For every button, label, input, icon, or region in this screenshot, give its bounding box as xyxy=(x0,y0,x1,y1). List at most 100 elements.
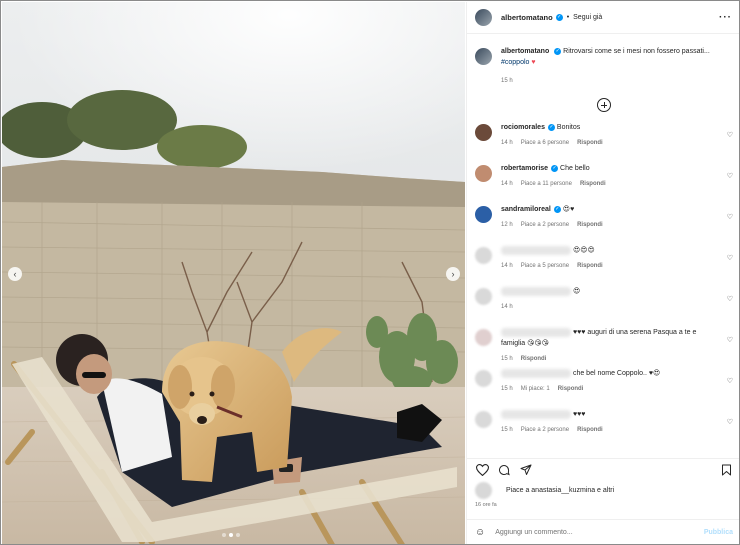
comment-avatar[interactable] xyxy=(475,206,492,223)
post-date: 16 ore fa xyxy=(475,502,497,508)
liked-by-text[interactable]: Piace a anastasia__kuzmina e altri xyxy=(506,487,614,494)
comment-icon xyxy=(499,464,510,475)
chevron-right-icon: › xyxy=(451,269,455,279)
comment-meta: 15 h Mi piace: 1 Rispondi xyxy=(501,386,721,392)
comment-like-heart-icon[interactable]: ♡ xyxy=(727,213,733,221)
comment-username[interactable]: sandramiloreal xyxy=(501,206,551,213)
load-more-comments-icon[interactable] xyxy=(597,98,611,112)
verified-badge-icon: ✓ xyxy=(547,123,555,131)
comment-username[interactable]: robertamorise xyxy=(501,165,548,172)
comment-meta: 14 h Piace a 5 persone Rispondi xyxy=(501,263,721,269)
comment-likes[interactable]: Piace a 5 persone xyxy=(521,263,569,269)
previous-photo-button[interactable]: ‹ xyxy=(8,267,22,281)
liker-avatar[interactable] xyxy=(475,482,492,499)
comment-item: sandramiloreal ✓ 😍♥ 12 h Piace a 2 persone R… xyxy=(467,204,739,245)
comment-like-heart-icon[interactable]: ♡ xyxy=(727,131,733,139)
comments-list: rociomorales ✓ Bonitos 14 h Piace a 6 perso… xyxy=(467,122,739,450)
verified-badge-icon: ✓ xyxy=(553,205,561,213)
comment-like-heart-icon[interactable]: ♡ xyxy=(727,172,733,180)
reply-button[interactable]: Rispondi xyxy=(577,222,603,228)
reply-button[interactable]: Rispondi xyxy=(521,356,547,362)
comment-likes[interactable]: Piace a 2 persone xyxy=(521,222,569,228)
comment-like-heart-icon[interactable]: ♡ xyxy=(727,336,733,344)
comment-likes[interactable]: Mi piace: 1 xyxy=(521,386,550,392)
comment-line: 😍😍😍 xyxy=(501,245,721,256)
comment-like-heart-icon[interactable]: ♡ xyxy=(727,418,733,426)
emoji-picker-icon[interactable]: ☺ xyxy=(475,527,485,538)
share-button[interactable] xyxy=(519,463,533,477)
comment-time: 15 h xyxy=(501,356,513,362)
reply-button[interactable]: Rispondi xyxy=(580,181,606,187)
comment-item: 😍😍😍 14 h Piace a 5 persone Rispondi ♡ xyxy=(467,245,739,286)
redacted-username xyxy=(501,409,571,419)
caption-line-2: #coppolo ♥ xyxy=(501,57,710,68)
comment-line: sandramiloreal ✓ 😍♥ xyxy=(501,204,721,215)
comment-button[interactable] xyxy=(497,463,511,477)
save-button[interactable] xyxy=(719,463,733,477)
publish-button[interactable]: Pubblica xyxy=(704,529,733,536)
comment-line: rociomorales ✓ Bonitos xyxy=(501,122,721,133)
likes-summary: Piace a anastasia__kuzmina e altri xyxy=(475,482,614,499)
reply-button[interactable]: Rispondi xyxy=(558,386,584,392)
comment-text: che bel nome Coppolo.. ♥😍 xyxy=(572,370,661,377)
comment-line: ♥♥♥ auguri di una serena Pasqua a te e f… xyxy=(501,327,721,349)
comment-line: che bel nome Coppolo.. ♥😍 xyxy=(501,368,721,379)
username[interactable]: albertomatano xyxy=(501,13,553,22)
comment-avatar[interactable] xyxy=(475,288,492,305)
redacted-username xyxy=(501,286,571,296)
bookmark-icon xyxy=(721,464,731,475)
verified-badge-icon: ✓ xyxy=(555,14,563,21)
post-caption: albertomatano ✓ Ritrovarsi come se i mes… xyxy=(467,34,739,87)
comment-avatar[interactable] xyxy=(475,370,492,387)
comment-avatar[interactable] xyxy=(475,247,492,264)
comment-meta: 14 h Piace a 11 persone Rispondi xyxy=(501,181,721,187)
comment-line: robertamorise ✓ Che bello xyxy=(501,163,721,174)
comment-time: 15 h xyxy=(501,427,513,433)
comment-time: 14 h xyxy=(501,181,513,187)
carousel-indicator xyxy=(222,533,240,537)
comment-avatar[interactable] xyxy=(475,411,492,428)
caption-username[interactable]: albertomatano xyxy=(501,48,549,55)
carousel-dot xyxy=(222,533,226,537)
comment-line: ♥♥♥ xyxy=(501,409,721,420)
avatar[interactable] xyxy=(475,9,492,26)
comment-time: 15 h xyxy=(501,386,513,392)
caption-line: albertomatano ✓ Ritrovarsi come se i mes… xyxy=(501,46,710,57)
comment-likes[interactable]: Piace a 11 persone xyxy=(521,181,572,187)
comment-input[interactable] xyxy=(495,529,686,536)
next-photo-button[interactable]: › xyxy=(446,267,460,281)
post-time: 15 h xyxy=(501,78,513,84)
redacted-username xyxy=(501,327,571,337)
comment-item: che bel nome Coppolo.. ♥😍 15 h Mi piace: 1… xyxy=(467,368,739,409)
reply-button[interactable]: Rispondi xyxy=(577,140,603,146)
hashtag-link[interactable]: #coppolo xyxy=(501,59,529,66)
follow-button[interactable]: Segui già xyxy=(573,14,602,21)
reply-button[interactable]: Rispondi xyxy=(577,263,603,269)
comment-text: Che bello xyxy=(560,165,590,172)
comment-avatar[interactable] xyxy=(475,329,492,346)
like-button[interactable] xyxy=(475,463,489,477)
add-comment-bar: ☺ Pubblica xyxy=(467,519,739,544)
comment-time: 12 h xyxy=(501,222,513,228)
comment-item: ♥♥♥ auguri di una serena Pasqua a te e f… xyxy=(467,327,739,368)
post-photo[interactable]: ‹ › xyxy=(2,2,465,544)
comment-text: 😍♥ xyxy=(562,206,575,213)
comment-likes[interactable]: Piace a 2 persone xyxy=(521,427,569,433)
comment-username[interactable]: rociomorales xyxy=(501,124,545,131)
comment-line: 😍 xyxy=(501,286,721,297)
heart-icon xyxy=(475,463,489,476)
comment-item: ♥♥♥ 15 h Piace a 2 persone Rispondi ♡ xyxy=(467,409,739,450)
comment-like-heart-icon[interactable]: ♡ xyxy=(727,254,733,262)
more-options-icon[interactable]: ··· xyxy=(719,12,732,23)
comment-avatar[interactable] xyxy=(475,165,492,182)
reply-button[interactable]: Rispondi xyxy=(577,427,603,433)
comment-avatar[interactable] xyxy=(475,124,492,141)
caption-avatar[interactable] xyxy=(475,48,492,65)
comment-likes[interactable]: Piace a 6 persone xyxy=(521,140,569,146)
comment-like-heart-icon[interactable]: ♡ xyxy=(727,377,733,385)
verified-badge-icon: ✓ xyxy=(551,164,559,172)
caption-text: Ritrovarsi come se i mesi non fossero pa… xyxy=(563,48,710,55)
comment-item: robertamorise ✓ Che bello 14 h Piace a 11 p… xyxy=(467,163,739,204)
comment-meta: 15 h Rispondi xyxy=(501,356,721,362)
comment-like-heart-icon[interactable]: ♡ xyxy=(727,295,733,303)
